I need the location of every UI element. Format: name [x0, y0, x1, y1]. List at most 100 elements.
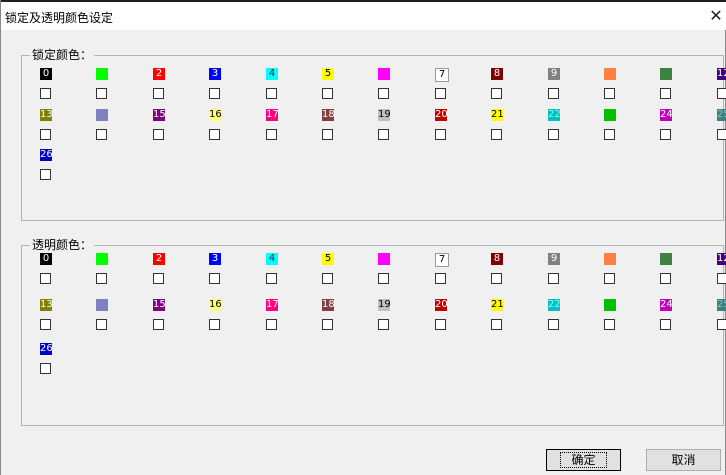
- lock-color-swatch-19: 19: [378, 109, 390, 121]
- trans-color-swatch-26: 26: [40, 343, 52, 355]
- lock-color-swatch-7: 7: [435, 68, 449, 82]
- trans-color-checkbox-26[interactable]: [40, 363, 51, 374]
- lock-color-swatch-3: 3: [209, 68, 221, 80]
- lock-color-swatch-21: 21: [491, 109, 503, 121]
- trans-color-swatch-18: 18: [322, 299, 334, 311]
- lock-color-checkbox-15[interactable]: [153, 129, 164, 140]
- lock-color-checkbox-5[interactable]: [322, 88, 333, 99]
- trans-color-checkbox-12[interactable]: [717, 273, 726, 284]
- trans-color-checkbox-23[interactable]: [604, 319, 615, 330]
- trans-color-checkbox-22[interactable]: [548, 319, 559, 330]
- trans-color-checkbox-4[interactable]: [266, 273, 277, 284]
- lock-color-checkbox-18[interactable]: [322, 129, 333, 140]
- lock-color-checkbox-7[interactable]: [435, 88, 446, 99]
- lock-color-checkbox-11[interactable]: [660, 88, 671, 99]
- trans-color-checkbox-21[interactable]: [491, 319, 502, 330]
- lock-color-checkbox-3[interactable]: [209, 88, 220, 99]
- trans-color-swatch-13: 13: [40, 299, 52, 311]
- lock-color-checkbox-12[interactable]: [717, 88, 726, 99]
- trans-color-checkbox-20[interactable]: [435, 319, 446, 330]
- trans-color-swatch-1: 1: [96, 253, 108, 265]
- lock-color-checkbox-14[interactable]: [96, 129, 107, 140]
- trans-color-checkbox-0[interactable]: [40, 273, 51, 284]
- lock-color-checkbox-13[interactable]: [40, 129, 51, 140]
- trans-color-swatch-7: 7: [435, 253, 449, 267]
- trans-color-checkbox-5[interactable]: [322, 273, 333, 284]
- lock-color-swatch-0: 0: [40, 68, 52, 80]
- trans-color-checkbox-11[interactable]: [660, 273, 671, 284]
- lock-color-swatch-2: 2: [153, 68, 165, 80]
- trans-color-checkbox-9[interactable]: [548, 273, 559, 284]
- lock-color-checkbox-25[interactable]: [717, 129, 726, 140]
- trans-color-swatch-6: 6: [378, 253, 390, 265]
- lock-color-swatch-20: 20: [435, 109, 447, 121]
- lock-color-checkbox-26[interactable]: [40, 169, 51, 180]
- trans-color-swatch-9: 9: [548, 253, 560, 265]
- lock-color-checkbox-19[interactable]: [378, 129, 389, 140]
- lock-color-checkbox-17[interactable]: [266, 129, 277, 140]
- trans-color-swatch-5: 5: [322, 253, 334, 265]
- lock-color-swatch-6: 6: [378, 68, 390, 80]
- lock-color-swatch-10: 10: [604, 68, 616, 80]
- lock-color-swatch-9: 9: [548, 68, 560, 80]
- lock-color-checkbox-9[interactable]: [548, 88, 559, 99]
- lock-color-checkbox-2[interactable]: [153, 88, 164, 99]
- trans-color-swatch-14: 14: [96, 299, 108, 311]
- lock-color-swatch-5: 5: [322, 68, 334, 80]
- transparent-colors-title: 透明颜色：: [30, 238, 95, 252]
- trans-color-checkbox-17[interactable]: [266, 319, 277, 330]
- trans-color-checkbox-16[interactable]: [209, 319, 220, 330]
- trans-color-swatch-22: 22: [548, 299, 560, 311]
- trans-color-swatch-3: 3: [209, 253, 221, 265]
- lock-color-checkbox-22[interactable]: [548, 129, 559, 140]
- lock-color-checkbox-0[interactable]: [40, 88, 51, 99]
- trans-color-checkbox-25[interactable]: [717, 319, 726, 330]
- trans-color-swatch-15: 15: [153, 299, 165, 311]
- trans-color-swatch-19: 19: [378, 299, 390, 311]
- close-icon[interactable]: ✕: [707, 6, 725, 26]
- trans-color-checkbox-13[interactable]: [40, 319, 51, 330]
- trans-color-swatch-25: 25: [717, 299, 726, 311]
- lock-color-checkbox-6[interactable]: [378, 88, 389, 99]
- lock-color-swatch-25: 25: [717, 109, 726, 121]
- lock-color-swatch-16: 16: [209, 109, 221, 121]
- trans-color-checkbox-19[interactable]: [378, 319, 389, 330]
- lock-color-swatch-1: 1: [96, 68, 108, 80]
- ok-button[interactable]: 确定: [546, 449, 621, 471]
- lock-color-checkbox-16[interactable]: [209, 129, 220, 140]
- lock-color-checkbox-10[interactable]: [604, 88, 615, 99]
- trans-color-checkbox-24[interactable]: [660, 319, 671, 330]
- trans-color-swatch-20: 20: [435, 299, 447, 311]
- color-settings-dialog: 锁定及透明颜色设定 ✕ 锁定颜色： 0123456789101112131415…: [0, 0, 726, 475]
- trans-color-checkbox-8[interactable]: [491, 273, 502, 284]
- trans-color-checkbox-7[interactable]: [435, 273, 446, 284]
- lock-color-swatch-22: 22: [548, 109, 560, 121]
- trans-color-checkbox-14[interactable]: [96, 319, 107, 330]
- trans-color-checkbox-3[interactable]: [209, 273, 220, 284]
- lock-color-checkbox-24[interactable]: [660, 129, 671, 140]
- lock-color-swatch-11: 11: [660, 68, 672, 80]
- lock-color-swatch-18: 18: [322, 109, 334, 121]
- lock-color-swatch-4: 4: [266, 68, 278, 80]
- lock-color-checkbox-23[interactable]: [604, 129, 615, 140]
- trans-color-swatch-21: 21: [491, 299, 503, 311]
- trans-color-checkbox-6[interactable]: [378, 273, 389, 284]
- trans-color-swatch-17: 17: [266, 299, 278, 311]
- lock-color-checkbox-20[interactable]: [435, 129, 446, 140]
- lock-color-checkbox-1[interactable]: [96, 88, 107, 99]
- lock-color-swatch-15: 15: [153, 109, 165, 121]
- trans-color-checkbox-18[interactable]: [322, 319, 333, 330]
- lock-color-swatch-17: 17: [266, 109, 278, 121]
- trans-color-checkbox-15[interactable]: [153, 319, 164, 330]
- lock-color-checkbox-4[interactable]: [266, 88, 277, 99]
- cancel-button[interactable]: 取消: [646, 449, 721, 471]
- lock-color-swatch-12: 12: [717, 68, 726, 80]
- lock-color-checkbox-21[interactable]: [491, 129, 502, 140]
- trans-color-checkbox-10[interactable]: [604, 273, 615, 284]
- trans-color-checkbox-1[interactable]: [96, 273, 107, 284]
- trans-color-swatch-23: 23: [604, 299, 616, 311]
- lock-colors-group: 锁定颜色： 0123456789101112131415161718192021…: [21, 48, 726, 221]
- lock-color-checkbox-8[interactable]: [491, 88, 502, 99]
- trans-color-swatch-2: 2: [153, 253, 165, 265]
- trans-color-checkbox-2[interactable]: [153, 273, 164, 284]
